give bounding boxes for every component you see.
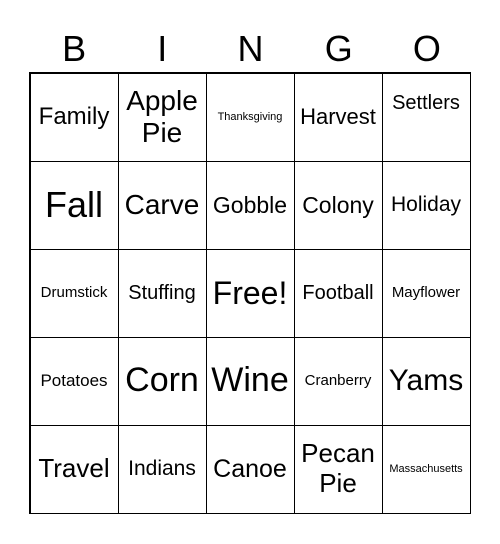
- bingo-cell[interactable]: Drumstick: [29, 248, 119, 338]
- bingo-cell[interactable]: Indians: [117, 424, 207, 514]
- bingo-cell[interactable]: Canoe: [205, 424, 295, 514]
- bingo-grid: Family Apple Pie Thanksgiving Harvest Se…: [29, 72, 471, 514]
- bingo-cell[interactable]: Mayflower: [381, 248, 471, 338]
- header-letter-b: B: [62, 28, 87, 69]
- bingo-cell[interactable]: Pecan Pie: [293, 424, 383, 514]
- bingo-cell[interactable]: Colony: [293, 160, 383, 250]
- bingo-cell[interactable]: Settlers: [381, 72, 471, 162]
- bingo-cell[interactable]: Corn: [117, 336, 207, 426]
- bingo-cell[interactable]: Family: [29, 72, 119, 162]
- bingo-cell[interactable]: Harvest: [293, 72, 383, 162]
- bingo-cell[interactable]: Stuffing: [117, 248, 207, 338]
- bingo-cell[interactable]: Cranberry: [293, 336, 383, 426]
- bingo-cell[interactable]: Massachusetts: [381, 424, 471, 514]
- bingo-cell[interactable]: Football: [293, 248, 383, 338]
- bingo-cell[interactable]: Travel: [29, 424, 119, 514]
- header-letter-o: O: [412, 28, 441, 69]
- bingo-cell[interactable]: Holiday: [381, 160, 471, 250]
- bingo-cell[interactable]: Potatoes: [29, 336, 119, 426]
- bingo-header: B I N G O: [30, 26, 471, 72]
- free-space-cell[interactable]: Free!: [205, 248, 295, 338]
- bingo-cell[interactable]: Gobble: [205, 160, 295, 250]
- bingo-cell[interactable]: Fall: [29, 160, 119, 250]
- bingo-cell[interactable]: Yams: [381, 336, 471, 426]
- header-letter-i: I: [157, 28, 168, 69]
- bingo-cell[interactable]: Apple Pie: [117, 72, 207, 162]
- header-letter-n: N: [237, 28, 264, 69]
- bingo-cell[interactable]: Carve: [117, 160, 207, 250]
- header-letter-g: G: [324, 28, 353, 69]
- bingo-cell[interactable]: Thanksgiving: [205, 72, 295, 162]
- bingo-cell[interactable]: Wine: [205, 336, 295, 426]
